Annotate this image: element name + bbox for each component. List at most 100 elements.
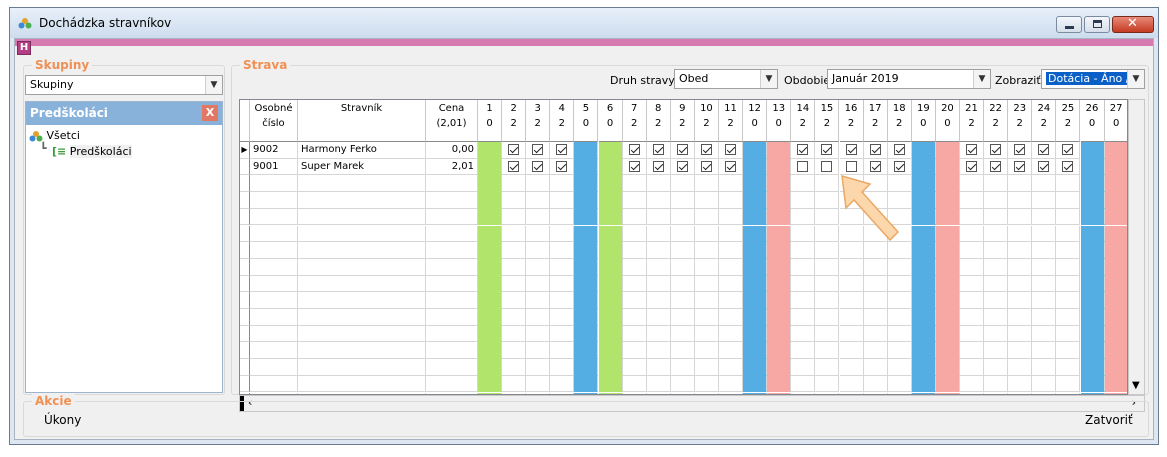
table-cell[interactable] <box>298 208 426 226</box>
row-header[interactable] <box>240 375 250 393</box>
day-cell[interactable] <box>694 192 719 209</box>
day-cell[interactable] <box>646 375 671 393</box>
day-cell[interactable] <box>1056 292 1081 309</box>
day-cell[interactable] <box>719 292 744 309</box>
day-cell[interactable] <box>839 242 864 259</box>
column-header[interactable]: Stravník <box>298 100 426 142</box>
day-cell[interactable] <box>887 309 912 326</box>
day-cell[interactable] <box>1032 192 1057 209</box>
day-cell[interactable] <box>526 175 551 193</box>
day-cell[interactable] <box>502 225 527 243</box>
day-cell[interactable] <box>670 325 695 343</box>
table-cell[interactable] <box>426 192 478 209</box>
day-cell[interactable] <box>598 208 623 226</box>
day-cell[interactable] <box>911 242 936 259</box>
day-cell[interactable] <box>911 375 936 393</box>
day-cell[interactable] <box>863 325 888 343</box>
day-cell[interactable] <box>1032 275 1057 293</box>
day-cell[interactable] <box>767 158 792 176</box>
table-cell[interactable] <box>426 208 478 226</box>
column-header[interactable]: Cena (2,01) <box>426 100 478 142</box>
day-cell[interactable] <box>767 142 792 159</box>
day-cell[interactable] <box>694 325 719 343</box>
day-cell[interactable] <box>574 258 599 276</box>
day-cell[interactable] <box>574 342 599 360</box>
day-cell[interactable] <box>960 342 985 360</box>
attendance-checkbox[interactable] <box>700 144 712 155</box>
day-cell[interactable] <box>791 142 816 159</box>
day-cell[interactable] <box>574 158 599 176</box>
day-cell[interactable] <box>694 142 719 159</box>
day-cell[interactable] <box>550 342 575 360</box>
day-cell[interactable] <box>1080 375 1105 393</box>
day-cell[interactable] <box>767 275 792 293</box>
day-cell[interactable] <box>598 175 623 193</box>
day-cell[interactable] <box>960 325 985 343</box>
day-cell[interactable] <box>694 275 719 293</box>
panel-close-button[interactable]: X <box>202 105 218 121</box>
close-button[interactable]: Zatvoriť <box>1085 413 1133 427</box>
day-cell[interactable] <box>1056 275 1081 293</box>
attendance-checkbox[interactable] <box>628 160 640 172</box>
day-cell[interactable] <box>646 342 671 360</box>
day-cell[interactable] <box>550 309 575 326</box>
day-cell[interactable] <box>791 375 816 393</box>
day-cell[interactable] <box>550 158 575 176</box>
day-cell[interactable] <box>887 359 912 376</box>
day-cell[interactable] <box>743 375 768 393</box>
table-cell[interactable] <box>298 175 426 193</box>
day-cell[interactable] <box>478 192 503 209</box>
day-cell[interactable] <box>550 175 575 193</box>
day-cell[interactable] <box>1032 342 1057 360</box>
day-cell[interactable] <box>743 175 768 193</box>
day-cell[interactable] <box>646 225 671 243</box>
day-cell[interactable] <box>791 309 816 326</box>
day-cell[interactable] <box>478 359 503 376</box>
day-column-header[interactable]: 24 2 <box>1032 100 1057 142</box>
day-cell[interactable] <box>1056 258 1081 276</box>
day-cell[interactable] <box>622 325 647 343</box>
day-column-header[interactable]: 22 2 <box>984 100 1009 142</box>
day-cell[interactable] <box>670 242 695 259</box>
day-cell[interactable] <box>694 359 719 376</box>
day-cell[interactable] <box>791 258 816 276</box>
day-cell[interactable] <box>1080 258 1105 276</box>
table-cell[interactable] <box>298 275 426 293</box>
day-cell[interactable] <box>502 375 527 393</box>
day-column-header[interactable]: 15 2 <box>815 100 840 142</box>
day-cell[interactable] <box>1056 175 1081 193</box>
day-cell[interactable] <box>960 142 985 159</box>
day-cell[interactable] <box>887 142 912 159</box>
day-cell[interactable] <box>1080 225 1105 243</box>
day-cell[interactable] <box>743 142 768 159</box>
table-cell[interactable] <box>250 225 298 243</box>
day-cell[interactable] <box>791 192 816 209</box>
day-column-header[interactable]: 50 <box>574 100 599 142</box>
table-cell[interactable]: Harmony Ferko <box>298 142 426 159</box>
table-cell[interactable] <box>298 258 426 276</box>
day-cell[interactable] <box>1104 225 1127 243</box>
day-cell[interactable] <box>767 309 792 326</box>
day-cell[interactable] <box>984 375 1009 393</box>
day-cell[interactable] <box>550 292 575 309</box>
day-column-header[interactable]: 42 <box>550 100 575 142</box>
day-cell[interactable] <box>911 292 936 309</box>
day-cell[interactable] <box>1104 359 1127 376</box>
attendance-checkbox[interactable] <box>966 144 978 155</box>
day-cell[interactable] <box>526 242 551 259</box>
day-cell[interactable] <box>1008 309 1033 326</box>
table-cell[interactable] <box>250 275 298 293</box>
day-cell[interactable] <box>791 292 816 309</box>
h-button[interactable]: H <box>17 41 31 55</box>
day-cell[interactable] <box>622 275 647 293</box>
day-cell[interactable] <box>478 292 503 309</box>
day-cell[interactable] <box>574 225 599 243</box>
day-cell[interactable] <box>935 242 960 259</box>
day-column-header[interactable]: 26 0 <box>1080 100 1105 142</box>
day-cell[interactable] <box>960 208 985 226</box>
day-cell[interactable] <box>1080 359 1105 376</box>
day-cell[interactable] <box>935 208 960 226</box>
day-cell[interactable] <box>815 192 840 209</box>
day-cell[interactable] <box>646 158 671 176</box>
day-cell[interactable] <box>863 309 888 326</box>
